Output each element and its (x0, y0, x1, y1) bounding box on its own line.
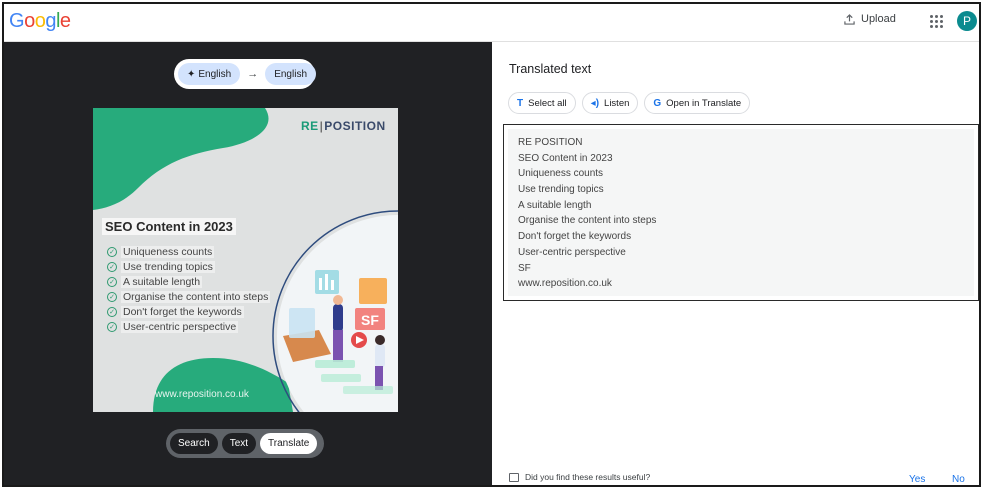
target-language-label: English (274, 68, 308, 80)
top-bar: Google Upload P (4, 4, 979, 42)
person-figure (375, 344, 385, 368)
checklist-item: ✓ Don't forget the keywords (107, 304, 270, 319)
open-in-translate-button[interactable]: G Open in Translate (644, 92, 751, 114)
translated-line[interactable]: Organise the content into steps (518, 213, 964, 229)
envelope-shape (359, 278, 387, 304)
checklist-label: Uniqueness counts (121, 245, 215, 258)
checklist-item: ✓ Uniqueness counts (107, 244, 270, 259)
results-panel: Translated text T Select all ◂) Listen G… (492, 42, 979, 485)
checklist-label: Don't forget the keywords (121, 305, 244, 318)
feedback-question: Did you find these results useful? (525, 472, 651, 482)
language-selector: ✦ English → English (174, 59, 317, 89)
image-checklist: ✓ Uniqueness counts ✓ Use trending topics … (107, 244, 271, 334)
checklist-label: User-centric perspective (121, 320, 239, 333)
logo-letter: o (24, 10, 35, 32)
check-circle-icon: ✓ (107, 276, 117, 287)
logo-letter: e (59, 10, 71, 32)
text-select-icon: T (517, 97, 524, 109)
arrow-right-icon: → (247, 68, 259, 80)
feedback-icon (509, 472, 519, 482)
logo-letter: g (45, 10, 56, 32)
brand-right: POSITION (324, 119, 386, 133)
image-panel: ✦ English → English SF RE|POSITION SEO C… (4, 42, 492, 485)
translated-text-box[interactable]: RE POSITION SEO Content in 2023 Uniquene… (503, 124, 979, 301)
lens-mode-switcher: Search Text Translate (166, 429, 324, 458)
select-all-label: Select all (528, 97, 567, 109)
checklist-label: Use trending topics (121, 260, 215, 273)
mode-translate-button[interactable]: Translate (260, 433, 318, 454)
image-url: www.reposition.co.uk (155, 389, 249, 400)
apps-grid-icon[interactable] (930, 15, 943, 28)
check-circle-icon: ✓ (107, 321, 117, 332)
sparkle-icon: ✦ (187, 68, 196, 80)
results-title: Translated text (509, 62, 592, 76)
mode-text-button[interactable]: Text (221, 433, 257, 454)
google-logo[interactable]: Google (9, 10, 71, 33)
lens-window: Google Upload P ✦ English → English SF R… (2, 2, 981, 487)
logo-letter: G (9, 10, 25, 32)
feedback-yes-button[interactable]: Yes (909, 474, 925, 485)
upload-icon (844, 13, 855, 25)
speaker-icon: ◂) (590, 97, 600, 109)
translated-line[interactable]: RE POSITION (518, 135, 964, 151)
translated-line[interactable]: A suitable length (518, 198, 964, 214)
checklist-item: ✓ Organise the content into steps (107, 289, 271, 304)
select-all-button[interactable]: T Select all (508, 92, 576, 114)
sf-badge: SF (361, 312, 379, 328)
feedback-prompt: Did you find these results useful? (509, 472, 650, 482)
logo-letter: o (34, 10, 46, 32)
translated-line[interactable]: www.reposition.co.uk (518, 276, 964, 292)
translated-line[interactable]: Use trending topics (518, 182, 964, 198)
translated-line[interactable]: User-centric perspective (518, 245, 964, 261)
translated-text-content[interactable]: RE POSITION SEO Content in 2023 Uniquene… (508, 129, 974, 296)
brand-left: RE (301, 119, 319, 133)
translated-line[interactable]: SEO Content in 2023 (518, 151, 964, 167)
checklist-label: A suitable length (121, 275, 203, 288)
checklist-label: Organise the content into steps (121, 290, 271, 303)
check-circle-icon: ✓ (107, 306, 117, 317)
checklist-item: ✓ User-centric perspective (107, 319, 270, 334)
translated-line[interactable]: Don't forget the keywords (518, 229, 964, 245)
check-circle-icon: ✓ (107, 261, 117, 272)
uploaded-image[interactable]: SF RE|POSITION SEO Content in 2023 ✓ Uniq… (93, 108, 398, 412)
source-language-label: English (198, 68, 232, 80)
source-language-chip[interactable]: ✦ English (178, 63, 241, 85)
translated-line[interactable]: Uniqueness counts (518, 166, 964, 182)
listen-button[interactable]: ◂) Listen (581, 92, 639, 114)
translate-icon: G (653, 97, 662, 109)
person-figure (333, 304, 343, 332)
account-avatar[interactable]: P (957, 11, 977, 31)
result-actions: T Select all ◂) Listen G Open in Transla… (508, 92, 751, 114)
mode-search-button[interactable]: Search (170, 433, 218, 454)
check-circle-icon: ✓ (107, 291, 117, 302)
target-language-chip[interactable]: English (265, 63, 317, 85)
checklist-item: ✓ A suitable length (107, 274, 270, 289)
image-heading: SEO Content in 2023 (102, 218, 236, 235)
upload-label: Upload (861, 13, 896, 25)
check-circle-icon: ✓ (107, 246, 117, 257)
feedback-no-button[interactable]: No (952, 474, 965, 485)
brand-logo: RE|POSITION (301, 119, 386, 133)
checklist-item: ✓ Use trending topics (107, 259, 270, 274)
open-in-translate-label: Open in Translate (666, 97, 742, 109)
upload-button[interactable]: Upload (844, 13, 896, 25)
listen-label: Listen (604, 97, 630, 109)
translated-line[interactable]: SF (518, 261, 964, 277)
